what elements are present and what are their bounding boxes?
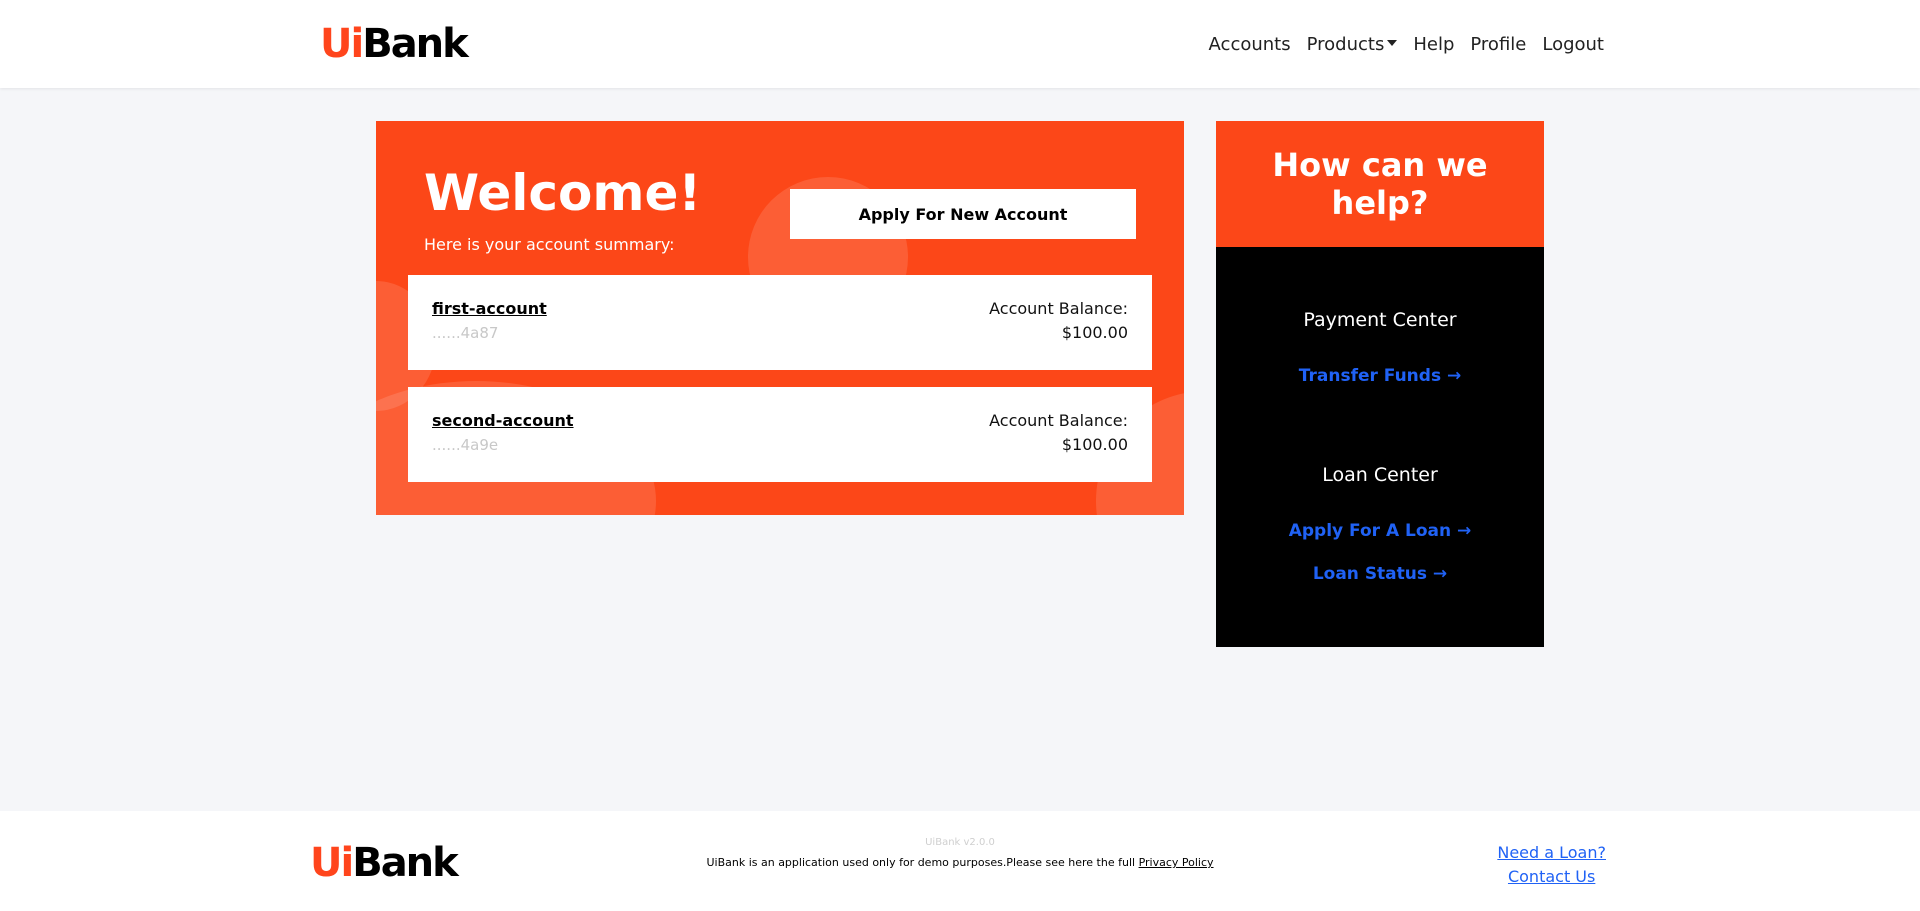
footer-links: Need a Loan? Contact Us [1497,841,1606,889]
nav-help-link[interactable]: Help [1405,30,1462,60]
account-number: ......4a9e [432,436,499,454]
account-summary-subtitle: Here is your account summary: [424,235,675,254]
payment-center-heading: Payment Center [1303,309,1457,331]
help-title: How can we help? [1272,146,1488,222]
account-card: first-account ......4a87 Account Balance… [408,275,1152,370]
apply-new-account-button[interactable]: Apply For New Account [790,189,1136,239]
loan-center-heading: Loan Center [1322,464,1438,486]
top-navbar: UiBank Accounts Products Help Profile Lo… [0,0,1920,88]
apply-loan-link[interactable]: Apply For A Loan → [1216,521,1544,541]
loan-status-link[interactable]: Loan Status → [1216,564,1544,584]
privacy-policy-link[interactable]: Privacy Policy [1139,856,1214,869]
transfer-funds-link[interactable]: Transfer Funds → [1216,366,1544,386]
caret-down-icon [1387,40,1398,46]
account-balance-label: Account Balance: [989,299,1128,318]
footer-disclaimer-text: UiBank is an application used only for d… [706,856,1139,869]
help-header: How can we help? [1216,121,1544,247]
account-balance-value: $100.00 [1061,323,1128,342]
account-balance-value: $100.00 [1061,435,1128,454]
welcome-heading: Welcome! [424,164,702,222]
uibank-logo[interactable]: UiBank [320,21,469,67]
contact-us-link[interactable]: Contact Us [1497,865,1606,889]
account-number: ......4a87 [432,324,499,342]
account-balance-label: Account Balance: [989,411,1128,430]
nav-logout-link[interactable]: Logout [1534,30,1612,60]
logo-bank-text: Bank [362,21,469,67]
account-card: second-account ......4a9e Account Balanc… [408,387,1152,482]
footer-disclaimer: UiBank is an application used only for d… [0,856,1920,869]
page-footer: UiBank UiBank v2.0.0 UiBank is an applic… [0,811,1920,911]
app-version: UiBank v2.0.0 [925,837,995,848]
nav-profile-link[interactable]: Profile [1462,30,1534,60]
main-nav: Accounts Products Help Profile Logout [1201,30,1612,60]
account-name-link[interactable]: first-account [432,299,547,318]
nav-accounts-link[interactable]: Accounts [1201,30,1299,60]
account-summary-panel: Welcome! Here is your account summary: A… [376,121,1184,515]
nav-products-label: Products [1306,34,1385,55]
help-panel: How can we help? Payment Center Transfer… [1216,121,1544,647]
need-a-loan-link[interactable]: Need a Loan? [1497,841,1606,865]
logo-ui-text: Ui [320,21,364,67]
nav-products-dropdown[interactable]: Products [1299,30,1406,60]
account-name-link[interactable]: second-account [432,411,574,430]
